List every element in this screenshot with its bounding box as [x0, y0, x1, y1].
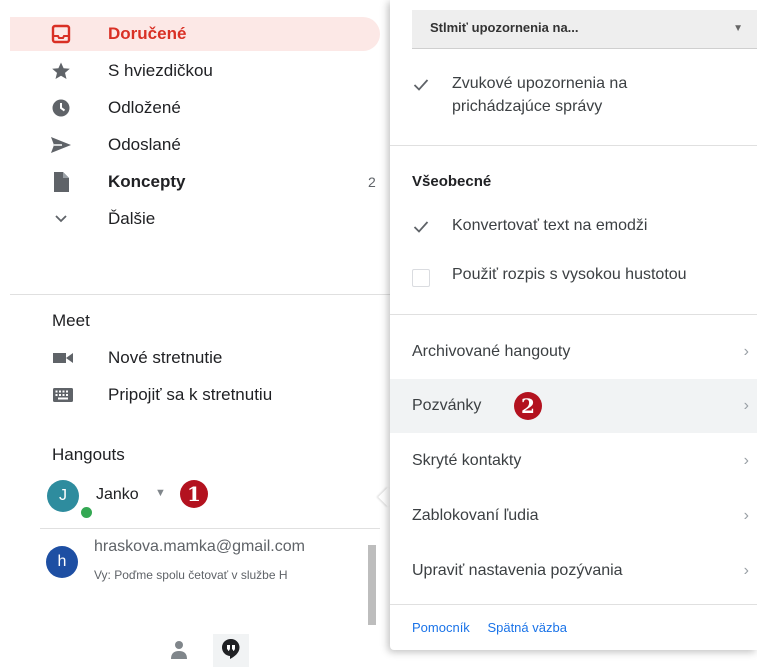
hangouts-section-title: Hangouts: [52, 445, 125, 464]
feedback-link[interactable]: Spätná väzba: [487, 620, 567, 635]
menu-hidden-contacts-label: Skryté kontakty: [412, 452, 522, 469]
nav-item-more[interactable]: Ďalšie: [10, 202, 380, 236]
hangouts-user-name: Janko: [96, 486, 139, 503]
convert-emoji-checkbox[interactable]: [412, 218, 430, 236]
caret-down-icon: ▼: [155, 487, 166, 499]
contact-avatar: h: [46, 546, 78, 578]
hangouts-divider: [40, 528, 380, 529]
chevron-right-icon: ›: [743, 343, 749, 360]
drafts-count: 2: [368, 174, 376, 190]
star-icon: [50, 60, 72, 82]
panel-footer: Pomocník Spätná väzba: [412, 620, 581, 635]
annotation-marker-1: 1: [180, 480, 208, 508]
menu-archived-hangouts-label: Archivované hangouty: [412, 343, 571, 360]
menu-hidden-contacts[interactable]: Skryté kontakty ›: [390, 434, 757, 488]
nav-item-sent[interactable]: Odoslané: [10, 128, 380, 162]
menu-invitation-settings-label: Upraviť nastavenia pozývania: [412, 562, 623, 579]
meet-new-meeting-label: Nové stretnutie: [108, 348, 223, 367]
nav-label-starred: S hviezdičkou: [108, 61, 213, 80]
person-icon[interactable]: [171, 640, 187, 665]
clock-icon: [50, 97, 72, 119]
high-density-checkbox[interactable]: [412, 269, 430, 287]
high-density-label: Použiť rozpis s vysokou hustotou: [452, 266, 687, 283]
meet-section-title: Meet: [52, 311, 90, 330]
menu-blocked-people-label: Zablokovaní ľudia: [412, 507, 539, 524]
conversation-preview: Vy: Poďme spolu četovať v službe H: [94, 568, 288, 582]
video-camera-icon: [52, 349, 74, 367]
bottom-tab-bar: [165, 632, 265, 667]
mute-notifications-label: Stlmiť upozornenia na...: [430, 20, 579, 35]
keyboard-icon: [52, 386, 74, 404]
menu-archived-hangouts[interactable]: Archivované hangouty ›: [390, 325, 757, 379]
convert-emoji-label: Konvertovať text na emodži: [452, 217, 648, 234]
sound-notifications-option[interactable]: Zvukové upozornenia na prichádzajúce spr…: [412, 72, 752, 122]
convert-emoji-option[interactable]: Konvertovať text na emodži: [412, 214, 752, 240]
meet-join-meeting[interactable]: Pripojiť sa k stretnutiu: [52, 380, 382, 410]
nav-item-inbox[interactable]: Doručené: [10, 17, 380, 51]
caret-down-icon: ▼: [733, 23, 743, 34]
sound-notifications-line1: Zvukové upozornenia na: [452, 75, 628, 92]
nav-label-snoozed: Odložené: [108, 98, 181, 117]
gmail-sidebar: Doručené S hviezdičkou Odložené Odoslané…: [0, 0, 390, 667]
mute-notifications-select[interactable]: Stlmiť upozornenia na... ▼: [412, 10, 757, 49]
conversation-item[interactable]: h hraskova.mamka@gmail.com Vy: Poďme spo…: [38, 538, 368, 594]
nav-label-more: Ďalšie: [108, 209, 156, 228]
menu-invitations[interactable]: Pozvánky ›: [390, 379, 757, 433]
nav-label-drafts: Koncepty: [108, 172, 186, 191]
sound-notifications-checkbox[interactable]: [412, 76, 430, 94]
general-section-title: Všeobecné: [412, 173, 492, 190]
panel-divider: [390, 604, 757, 605]
chevron-down-icon: [50, 208, 72, 230]
chevron-right-icon: ›: [743, 397, 749, 414]
menu-invitation-settings[interactable]: Upraviť nastavenia pozývania ›: [390, 544, 757, 598]
meet-join-meeting-label: Pripojiť sa k stretnutiu: [108, 385, 273, 404]
chevron-right-icon: ›: [743, 507, 749, 524]
conversation-email: hraskova.mamka@gmail.com: [94, 538, 305, 555]
hangouts-settings-panel: Stlmiť upozornenia na... ▼ Zvukové upozo…: [390, 0, 757, 650]
send-icon: [50, 134, 72, 156]
meet-new-meeting[interactable]: Nové stretnutie: [52, 343, 382, 373]
nav-label-sent: Odoslané: [108, 135, 181, 154]
draft-icon: [50, 171, 72, 193]
menu-blocked-people[interactable]: Zablokovaní ľudia ›: [390, 489, 757, 543]
inbox-icon: [50, 23, 72, 45]
sound-notifications-line2: prichádzajúce správy: [452, 98, 603, 115]
sidebar-divider: [10, 294, 390, 295]
user-avatar: J: [47, 480, 79, 512]
annotation-marker-2: 2: [514, 392, 542, 420]
nav-label-inbox: Doručené: [108, 24, 187, 43]
high-density-option[interactable]: Použiť rozpis s vysokou hustotou: [412, 263, 752, 289]
panel-divider: [390, 314, 757, 315]
menu-invitations-label: Pozvánky: [412, 397, 482, 414]
panel-divider: [390, 145, 757, 146]
hangouts-chat-icon: [221, 638, 241, 665]
hangouts-account-switcher[interactable]: J Janko ▼: [44, 478, 244, 520]
nav-item-starred[interactable]: S hviezdičkou: [10, 54, 380, 88]
chevron-right-icon: ›: [743, 452, 749, 469]
chevron-right-icon: ›: [743, 562, 749, 579]
hangouts-scrollbar[interactable]: [368, 545, 376, 625]
nav-item-snoozed[interactable]: Odložené: [10, 91, 380, 125]
help-link[interactable]: Pomocník: [412, 620, 470, 635]
nav-item-drafts[interactable]: Koncepty 2: [10, 165, 380, 199]
online-status-dot: [79, 505, 94, 520]
